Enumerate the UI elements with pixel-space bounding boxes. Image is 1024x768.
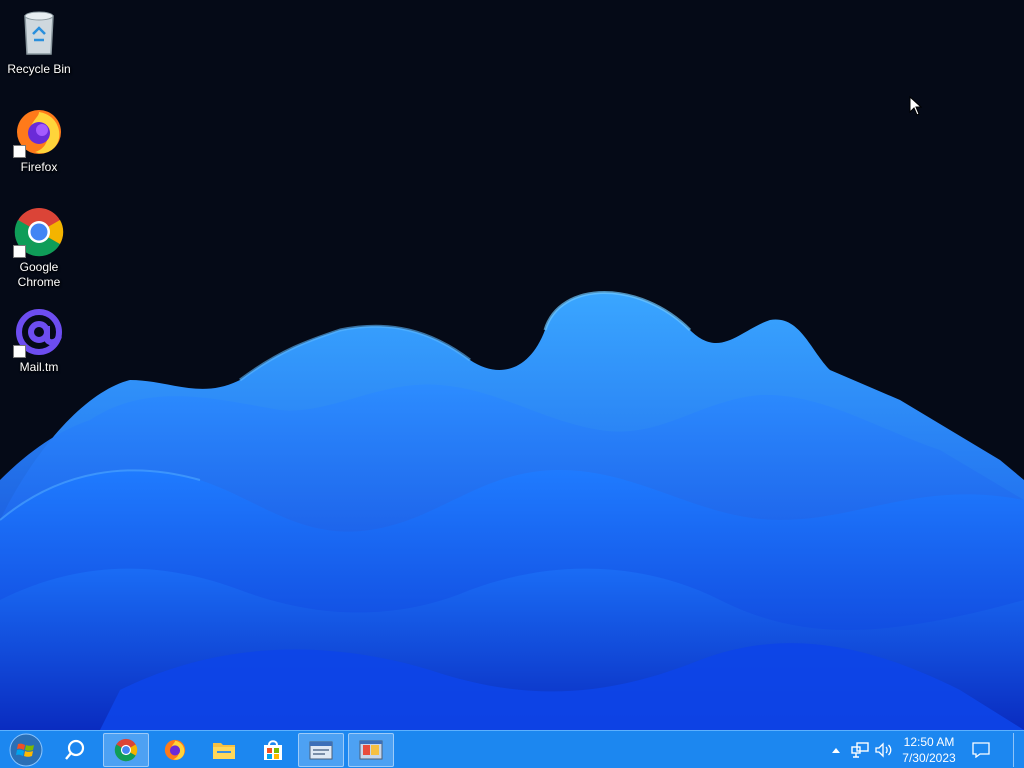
desktop-icon-label: Firefox xyxy=(20,160,58,174)
store-icon xyxy=(264,740,282,760)
taskbar-chrome-button[interactable] xyxy=(103,733,149,767)
network-icon xyxy=(851,742,869,758)
chrome-icon xyxy=(114,738,138,762)
notification-icon xyxy=(972,742,990,758)
system-clock[interactable]: 12:50 AM 7/30/2023 xyxy=(896,734,962,766)
window-app-icon xyxy=(359,740,383,760)
windows-logo-icon xyxy=(9,733,43,767)
volume-icon xyxy=(875,742,892,758)
chrome-icon xyxy=(13,206,65,258)
taskbar-window-app-1-button[interactable] xyxy=(298,733,344,767)
taskbar-window-app-2-button[interactable] xyxy=(348,733,394,767)
volume-button[interactable] xyxy=(874,740,894,760)
show-hidden-icons-button[interactable] xyxy=(826,740,846,760)
desktop-icon-label: Recycle Bin xyxy=(7,62,71,76)
window-app-icon xyxy=(309,741,333,760)
shortcut-arrow-icon xyxy=(13,145,26,158)
shortcut-arrow-icon xyxy=(13,345,26,358)
desktop-icon-mail-tm[interactable]: Mail.tm xyxy=(1,306,77,375)
desktop: Recycle Bin Firefox Google Chrome Mail.t… xyxy=(0,0,1024,730)
taskbar-store-button[interactable] xyxy=(250,733,296,767)
desktop-icon-label: Google Chrome xyxy=(17,260,61,289)
clock-time: 12:50 AM xyxy=(903,735,955,749)
desktop-icon-recycle-bin[interactable]: Recycle Bin xyxy=(1,8,77,77)
mail-at-icon xyxy=(13,306,65,358)
folder-icon xyxy=(213,743,235,759)
desktop-icon-firefox[interactable]: Firefox xyxy=(1,106,77,175)
action-center-button[interactable] xyxy=(971,740,991,760)
taskbar: 12:50 AM 7/30/2023 xyxy=(0,730,1024,768)
mouse-cursor-icon xyxy=(909,96,923,116)
taskbar-search-button[interactable] xyxy=(52,733,98,767)
chevron-up-icon xyxy=(832,748,840,753)
firefox-icon xyxy=(13,106,65,158)
network-status-button[interactable] xyxy=(850,740,870,760)
desktop-icon-google-chrome[interactable]: Google Chrome xyxy=(1,206,77,290)
firefox-icon xyxy=(164,739,186,761)
show-desktop-button[interactable] xyxy=(1013,733,1022,767)
taskbar-firefox-button[interactable] xyxy=(152,733,198,767)
recycle-bin-icon xyxy=(13,8,65,60)
clock-date: 7/30/2023 xyxy=(902,751,956,765)
taskbar-file-explorer-button[interactable] xyxy=(201,733,247,767)
desktop-icon-label: Mail.tm xyxy=(19,360,59,374)
shortcut-arrow-icon xyxy=(13,245,26,258)
wallpaper xyxy=(0,291,1024,730)
start-button[interactable] xyxy=(4,732,48,768)
search-icon xyxy=(65,739,85,760)
